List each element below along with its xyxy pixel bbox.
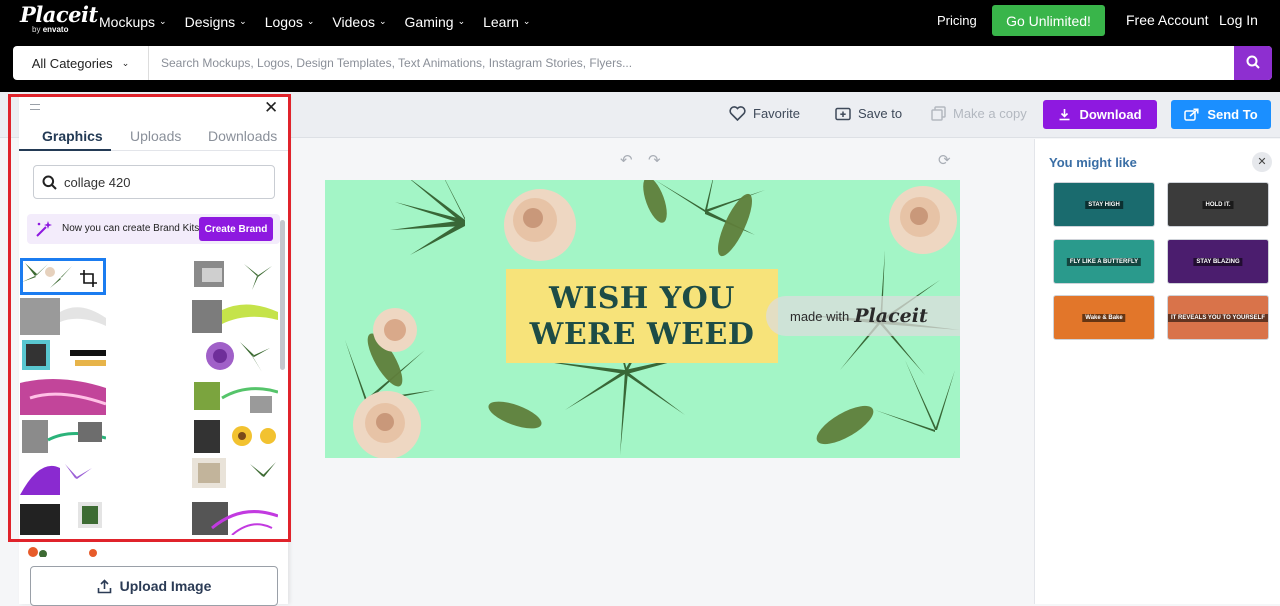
headline-line-2: WERE WEED [529,317,755,352]
pricing-link[interactable]: Pricing [937,13,977,28]
share-icon [1184,108,1199,121]
folder-plus-icon [835,107,851,120]
search-bar-strip: All Categories ⌄ [0,44,1280,92]
graphic-thumb[interactable] [192,338,278,375]
crop-icon [80,270,97,287]
graphic-thumb[interactable] [192,418,278,455]
panel-scrollbar[interactable] [280,220,285,370]
chevron-down-icon: ⌄ [121,57,130,68]
search-icon [42,175,57,190]
drag-handle-icon[interactable] [30,104,40,110]
suggestions-title: You might like [1049,155,1137,170]
graphics-panel: ✕ Graphics Uploads Downloads Now you can… [19,95,288,606]
brand-kit-promo: Now you can create Brand Kits! Create Br… [27,214,280,244]
graphic-thumb[interactable] [20,258,106,295]
log-in-link[interactable]: Log In [1219,12,1258,28]
nav-designs[interactable]: Designs ⌄ [185,14,247,30]
graphic-thumb-peek [19,545,279,557]
save-to-button[interactable]: Save to [835,106,902,121]
top-nav: Placeit by envato Mockups ⌄ Designs ⌄ Logo… [0,0,1280,44]
graphics-search [33,165,275,199]
close-icon[interactable]: ✕ [264,98,278,118]
chevron-down-icon: ⌄ [239,15,247,26]
undo-icon[interactable]: ↶ [620,151,633,169]
nav-learn[interactable]: Learn ⌄ [483,14,530,30]
magic-wand-icon [36,221,52,237]
suggestion-thumb[interactable]: HOLD IT. [1167,182,1269,227]
suggestion-thumb[interactable]: Wake & Bake [1053,295,1155,340]
graphic-thumb[interactable] [192,458,278,495]
nav-logos[interactable]: Logos ⌄ [265,14,315,30]
graphic-thumb[interactable] [20,458,106,495]
redo-icon[interactable]: ↷ [648,151,661,169]
suggestions-panel: You might like ✕ STAY HIGH HOLD IT. FLY … [1034,139,1280,604]
create-brand-button[interactable]: Create Brand [199,217,273,241]
close-icon[interactable]: ✕ [1252,152,1272,172]
graphic-thumb[interactable] [192,298,278,335]
search-button[interactable] [1234,46,1272,80]
search-input[interactable] [161,46,1231,80]
suggestion-thumb[interactable]: FLY LIKE A BUTTERFLY [1053,239,1155,284]
nav-gaming[interactable]: Gaming ⌄ [405,14,466,30]
nav-mockups[interactable]: Mockups ⌄ [99,14,167,30]
upload-image-button[interactable]: Upload Image [30,566,278,606]
download-icon [1059,109,1070,121]
chevron-down-icon: ⌄ [378,15,387,26]
logo-word: Placeit [20,2,98,27]
active-tab-indicator [19,149,111,151]
go-unlimited-button[interactable]: Go Unlimited! [992,5,1105,36]
free-account-link[interactable]: Free Account [1126,12,1209,28]
global-search: All Categories ⌄ [13,46,1272,80]
design-canvas[interactable]: WISH YOU WERE WEED made with Placeit [325,180,960,458]
nav-videos[interactable]: Videos ⌄ [332,14,386,30]
upload-icon [97,578,111,593]
chevron-down-icon: ⌄ [457,15,466,26]
chevron-down-icon: ⌄ [306,15,315,26]
send-to-button[interactable]: Send To [1171,100,1271,129]
category-select[interactable]: All Categories ⌄ [13,46,149,80]
graphics-search-input[interactable] [64,166,269,198]
graphic-thumb[interactable] [192,498,278,535]
graphic-thumb[interactable] [192,378,278,415]
placeit-logo[interactable]: Placeit by envato [20,2,98,39]
search-icon [1246,55,1260,69]
favorite-button[interactable]: Favorite [729,106,800,121]
graphic-thumb[interactable] [192,258,278,295]
chevron-down-icon: ⌄ [522,15,531,26]
tab-uploads[interactable]: Uploads [130,128,181,144]
suggestion-thumb[interactable]: STAY BLAZING [1167,239,1269,284]
make-copy-button[interactable]: Make a copy [931,106,1027,121]
headline-banner[interactable]: WISH YOU WERE WEED [506,269,778,363]
chevron-down-icon: ⌄ [159,15,167,26]
suggestion-thumb[interactable]: STAY HIGH [1053,182,1155,227]
graphic-thumb[interactable] [20,498,106,535]
graphic-thumb[interactable] [20,298,106,335]
graphic-thumb[interactable] [20,378,106,415]
tab-downloads[interactable]: Downloads [208,128,277,144]
reset-icon[interactable]: ⟳ [938,151,951,169]
tab-graphics[interactable]: Graphics [42,128,103,144]
graphic-thumb[interactable] [20,338,106,375]
headline-line-1: WISH YOU [549,281,735,316]
copy-icon [931,106,946,121]
graphic-thumb[interactable] [20,418,106,455]
placeit-watermark: made with Placeit [766,296,960,336]
suggestion-thumb[interactable]: IT REVEALS YOU TO YOURSELF [1167,295,1269,340]
heart-icon [729,106,746,121]
main-menu: Mockups ⌄ Designs ⌄ Logos ⌄ Videos ⌄ Gaming ⌄… [99,0,548,44]
panel-tabs: Graphics Uploads Downloads [19,123,288,151]
download-button[interactable]: Download [1043,100,1157,129]
